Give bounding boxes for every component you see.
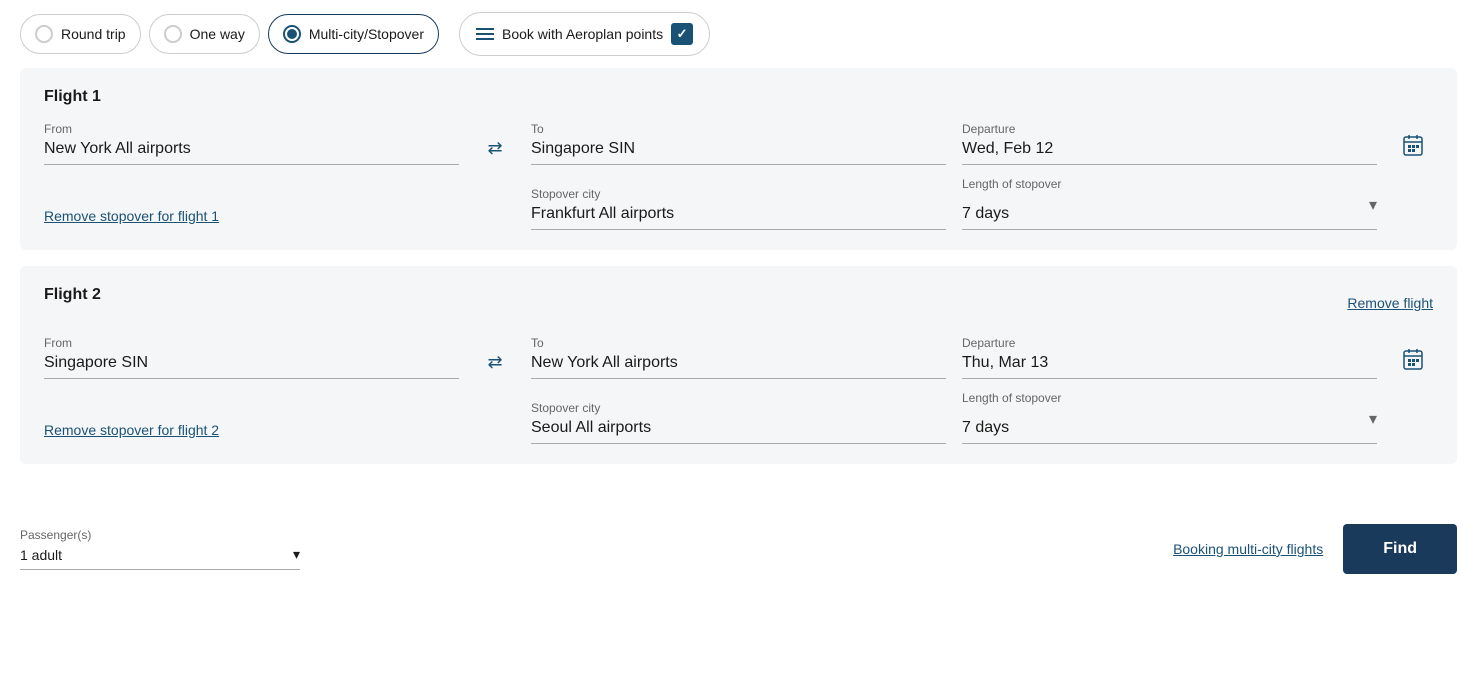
passengers-value: 1 adult <box>20 547 62 563</box>
flight-2-departure-label: Departure <box>962 336 1377 350</box>
one-way-option[interactable]: One way <box>149 14 260 54</box>
flight-1-title: Flight 1 <box>44 88 1433 106</box>
flight-2-to-value[interactable]: New York All airports <box>531 354 946 379</box>
flight-2-departure-value[interactable]: Thu, Mar 13 <box>962 354 1377 379</box>
flights-container: Flight 1 From New York All airports ⇄ To… <box>0 68 1477 500</box>
flight-2-stopover-city-group: Stopover city Seoul All airports <box>531 401 946 444</box>
book-aeroplan-option[interactable]: Book with Aeroplan points <box>459 12 710 56</box>
flight-2-stopover-dropdown-arrow[interactable]: ▾ <box>1369 409 1377 437</box>
flight-1-stopover-length-row: 7 days ▾ <box>962 195 1377 230</box>
flight-1-swap-icon[interactable]: ⇄ <box>475 138 515 165</box>
flight-2-to-group: To New York All airports <box>531 336 946 379</box>
flight-2-main-row: From Singapore SIN ⇄ To New York All air… <box>44 336 1433 379</box>
flight-1-stopover-city-value[interactable]: Frankfurt All airports <box>531 205 946 230</box>
bottom-right: Booking multi-city flights Find <box>1173 524 1457 574</box>
flight-1-remove-stopover-group: Remove stopover for flight 1 <box>44 208 459 230</box>
one-way-label: One way <box>190 26 245 42</box>
flight-2-from-label: From <box>44 336 459 350</box>
passengers-dropdown-arrow: ▾ <box>293 546 300 563</box>
top-bar: Round trip One way Multi-city/Stopover B… <box>0 0 1477 68</box>
book-aeroplan-label: Book with Aeroplan points <box>502 26 663 42</box>
flight-1-to-label: To <box>531 122 946 136</box>
flight-1-main-row: From New York All airports ⇄ To Singapor… <box>44 122 1433 165</box>
flight-2-remove-stopover-group: Remove stopover for flight 2 <box>44 422 459 444</box>
round-trip-label: Round trip <box>61 26 126 42</box>
flight-1-from-group: From New York All airports <box>44 122 459 165</box>
flight-2-from-group: From Singapore SIN <box>44 336 459 379</box>
flight-1-from-value[interactable]: New York All airports <box>44 140 459 165</box>
find-button[interactable]: Find <box>1343 524 1457 574</box>
flight-2-title-row: Flight 2 Remove flight <box>44 286 1433 320</box>
passengers-select[interactable]: 1 adult ▾ <box>20 546 300 570</box>
flight-2-stopover-length-row: 7 days ▾ <box>962 409 1377 444</box>
flight-2-stopover-row: Remove stopover for flight 2 Stopover ci… <box>44 391 1433 444</box>
booking-multi-city-link[interactable]: Booking multi-city flights <box>1173 541 1323 557</box>
flight-2-stopover-length-value[interactable]: 7 days <box>962 419 1009 437</box>
radio-selected-dot <box>287 29 297 39</box>
flight-2-title: Flight 2 <box>44 286 101 304</box>
flight-2-swap-icon[interactable]: ⇄ <box>475 352 515 379</box>
flight-2-calendar-icon[interactable] <box>1393 347 1433 379</box>
flight-1-stopover-city-label: Stopover city <box>531 187 946 201</box>
flight-1-card: Flight 1 From New York All airports ⇄ To… <box>20 68 1457 250</box>
flight-1-stopover-length-label: Length of stopover <box>962 177 1377 191</box>
flight-2-stopover-city-value[interactable]: Seoul All airports <box>531 419 946 444</box>
flight-2-stopover-length-label: Length of stopover <box>962 391 1377 405</box>
flight-1-stopover-city-group: Stopover city Frankfurt All airports <box>531 187 946 230</box>
round-trip-radio <box>35 25 53 43</box>
flight-2-stopover-city-label: Stopover city <box>531 401 946 415</box>
flight-2-departure-group: Departure Thu, Mar 13 <box>962 336 1377 379</box>
flight-1-from-label: From <box>44 122 459 136</box>
flight-1-to-group: To Singapore SIN <box>531 122 946 165</box>
aeroplan-checkbox[interactable] <box>671 23 693 45</box>
passengers-label: Passenger(s) <box>20 528 300 542</box>
flight-1-departure-group: Departure Wed, Feb 12 <box>962 122 1377 165</box>
flight-1-departure-label: Departure <box>962 122 1377 136</box>
flight-2-card: Flight 2 Remove flight From Singapore SI… <box>20 266 1457 464</box>
multi-city-label: Multi-city/Stopover <box>309 26 424 42</box>
flight-2-stopover-length-group: Length of stopover 7 days ▾ <box>962 391 1377 444</box>
remove-flight-link[interactable]: Remove flight <box>1347 295 1433 311</box>
round-trip-option[interactable]: Round trip <box>20 14 141 54</box>
flight-1-stopover-dropdown-arrow[interactable]: ▾ <box>1369 195 1377 223</box>
flight-1-stopover-row: Remove stopover for flight 1 Stopover ci… <box>44 177 1433 230</box>
flight-1-remove-stopover-link[interactable]: Remove stopover for flight 1 <box>44 208 459 230</box>
multi-city-radio <box>283 25 301 43</box>
passengers-group: Passenger(s) 1 adult ▾ <box>20 528 300 570</box>
flight-2-to-label: To <box>531 336 946 350</box>
flight-1-to-value[interactable]: Singapore SIN <box>531 140 946 165</box>
one-way-radio <box>164 25 182 43</box>
flight-2-from-value[interactable]: Singapore SIN <box>44 354 459 379</box>
flight-1-stopover-length-value[interactable]: 7 days <box>962 205 1009 223</box>
flight-2-remove-stopover-link[interactable]: Remove stopover for flight 2 <box>44 422 459 444</box>
multi-city-option[interactable]: Multi-city/Stopover <box>268 14 439 54</box>
flight-1-stopover-length-group: Length of stopover 7 days ▾ <box>962 177 1377 230</box>
flight-1-calendar-icon[interactable] <box>1393 133 1433 165</box>
bottom-bar: Passenger(s) 1 adult ▾ Booking multi-cit… <box>0 508 1477 590</box>
aeroplan-icon <box>476 28 494 40</box>
flight-1-departure-value[interactable]: Wed, Feb 12 <box>962 140 1377 165</box>
